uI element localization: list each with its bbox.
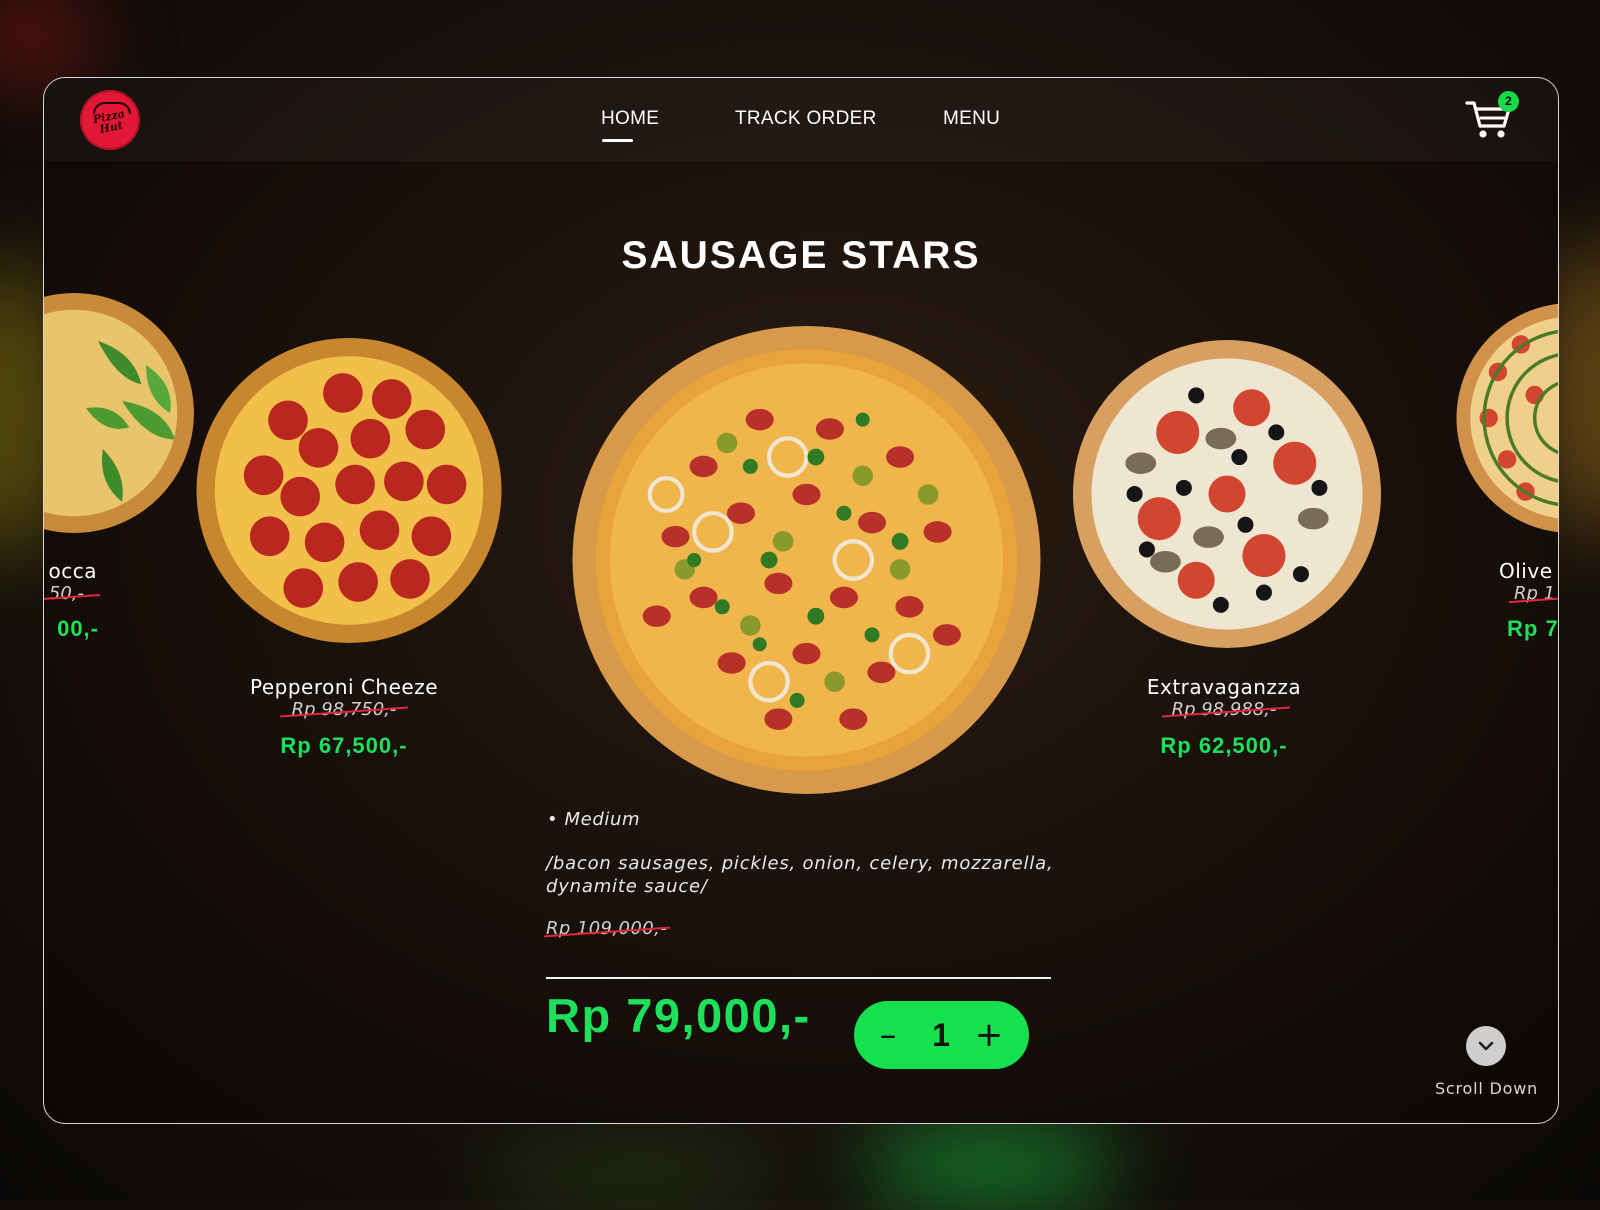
pizza-illustration [572, 326, 1041, 794]
pizza-illustration [1456, 303, 1558, 533]
cart-count-badge: 2 [1498, 91, 1519, 112]
nav-menu[interactable]: MENU [943, 108, 1000, 130]
quantity-value: 1 [932, 1017, 950, 1053]
decrease-button[interactable]: – [865, 1009, 911, 1061]
product-old-price: 50,- [48, 583, 84, 604]
scroll-down-button[interactable] [1466, 1026, 1506, 1066]
pizza-illustration [44, 293, 194, 533]
product-name: occa [48, 559, 97, 583]
ingredients-text: /bacon sausages, pickles, onion, celery,… [546, 853, 1054, 897]
nav-active-indicator [602, 139, 633, 142]
featured-pizza-image[interactable] [564, 326, 1049, 794]
pizza-hut-logo[interactable]: Pizza Hut [80, 90, 140, 150]
navbar: Pizza Hut HOME TRACK ORDER MENU 2 [44, 78, 1558, 161]
product-price: Rp 62,500,- [1160, 733, 1288, 758]
product-price: Rp 67,500,- [280, 733, 408, 758]
pizza-illustration [1073, 340, 1381, 648]
product-name: Olive [1499, 559, 1553, 583]
scroll-down-label[interactable]: Scroll Down [1434, 1079, 1539, 1098]
nav-home[interactable]: HOME [601, 108, 659, 130]
product-price: Rp 7 [1507, 616, 1559, 641]
product-old-price: Rp 98,750,- [291, 699, 397, 720]
featured-price: Rp 79,000,- [546, 989, 811, 1042]
product-price: 00,- [57, 616, 99, 641]
logo-wordmark: Pizza Hut [91, 106, 126, 137]
pizza-image-olive[interactable] [1449, 303, 1558, 533]
pizza-illustration [196, 338, 502, 643]
product-name: Extravaganzza [1146, 675, 1302, 699]
featured-title: SAUSAGE STARS [621, 234, 981, 277]
pizza-image-rucola[interactable] [44, 293, 194, 533]
nav-track-order[interactable]: TRACK ORDER [735, 108, 877, 130]
product-name: Pepperoni Cheeze [249, 675, 438, 699]
size-label: • Medium [547, 809, 641, 830]
quantity-stepper: – 1 + [854, 1001, 1029, 1069]
app-window: Pizza Hut HOME TRACK ORDER MENU 2 SAUSAGE… [43, 77, 1559, 1124]
increase-button[interactable]: + [966, 1009, 1012, 1061]
product-old-price: Rp 98,988,- [1171, 699, 1277, 720]
chevron-down-icon [1478, 1041, 1494, 1051]
pizza-image-pepperoni[interactable] [189, 338, 509, 643]
pizza-image-extravaganzza[interactable] [1072, 340, 1382, 648]
divider [546, 977, 1051, 979]
